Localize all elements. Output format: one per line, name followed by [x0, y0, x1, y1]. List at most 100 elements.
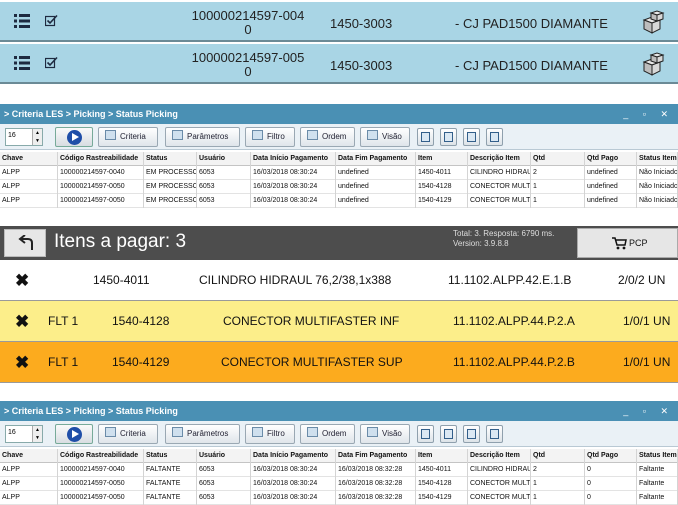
- table-cell: CONECTOR MULTI: [468, 491, 531, 505]
- table-row[interactable]: ALPP 100000214597-0050 EM PROCESSO 6053 …: [0, 180, 678, 194]
- list-item[interactable]: 100000214597-005 0 1450-3003 - CJ PAD1500…: [0, 44, 678, 84]
- ordem-button[interactable]: Ordem: [300, 424, 355, 444]
- column-header[interactable]: Chave: [0, 152, 58, 166]
- filtro-button[interactable]: Filtro: [245, 424, 295, 444]
- checkbox-checked-icon[interactable]: [44, 14, 58, 32]
- table-row[interactable]: ALPP 100000214597-0050 FALTANTE 6053 16/…: [0, 491, 678, 505]
- picking-item[interactable]: ✖ FLT 1 1540-4128 CONECTOR MULTIFASTER I…: [0, 301, 678, 342]
- column-header[interactable]: Código Rastreabilidade: [58, 152, 144, 166]
- column-header[interactable]: Chave: [0, 449, 58, 463]
- panel-toolbar: 16 ▲ ▼ Criteria Parâmetros Filtro Ordem Vi…: [0, 421, 678, 447]
- column-header[interactable]: Status Item: [637, 152, 678, 166]
- column-header[interactable]: Status: [144, 449, 197, 463]
- pcp-button[interactable]: PCP: [577, 228, 678, 258]
- parametros-button[interactable]: Parâmetros: [165, 127, 240, 147]
- save-button[interactable]: [440, 425, 457, 443]
- table-cell: 1540-4129: [416, 491, 468, 505]
- table-cell: CILINDRO HIDRAUL: [468, 166, 531, 180]
- item-quantity: 2/0/2 UN: [618, 273, 666, 287]
- filtro-button[interactable]: Filtro: [245, 127, 295, 147]
- criteria-button[interactable]: Criteria: [98, 424, 158, 444]
- table-row[interactable]: ALPP 100000214597-0050 FALTANTE 6053 16/…: [0, 477, 678, 491]
- spinner-arrows-icon[interactable]: ▲ ▼: [32, 129, 42, 145]
- table-cell: undefined: [585, 166, 637, 180]
- table-cell: undefined: [336, 180, 416, 194]
- column-header[interactable]: Data Fim Pagamento: [336, 449, 416, 463]
- column-header[interactable]: Qtd Pago: [585, 449, 637, 463]
- table-cell: 2: [531, 166, 585, 180]
- table-row[interactable]: ALPP 100000214597-0040 FALTANTE 6053 16/…: [0, 463, 678, 477]
- list-item[interactable]: 100000214597-004 0 1450-3003 - CJ PAD1500…: [0, 2, 678, 42]
- column-header[interactable]: Qtd: [531, 152, 585, 166]
- item-quantity: 1/0/1 UN: [623, 314, 671, 328]
- visao-button[interactable]: Visão: [360, 424, 410, 444]
- column-header[interactable]: Descrição Item: [468, 152, 531, 166]
- filtro-label: Filtro: [267, 429, 285, 438]
- visao-button[interactable]: Visão: [360, 127, 410, 147]
- pending-items-title: Itens a pagar: 3: [54, 231, 187, 252]
- save-button[interactable]: [440, 128, 457, 146]
- close-icon[interactable]: ✖: [15, 272, 29, 289]
- window-controls[interactable]: _ ▫ ✕: [623, 401, 674, 421]
- sort-icon: [307, 427, 318, 437]
- criteria-icon: [105, 427, 116, 437]
- close-icon[interactable]: ✖: [15, 313, 29, 330]
- column-header[interactable]: Item: [416, 449, 468, 463]
- tracking-code: 100000214597-005 0: [191, 50, 305, 79]
- table-cell: 1540-4129: [416, 194, 468, 208]
- column-header[interactable]: Código Rastreabilidade: [58, 449, 144, 463]
- settings-button[interactable]: [486, 128, 503, 146]
- column-header[interactable]: Status: [144, 152, 197, 166]
- column-header[interactable]: Qtd: [531, 449, 585, 463]
- table-cell: Faltante: [637, 463, 678, 477]
- parametros-button[interactable]: Parâmetros: [165, 424, 240, 444]
- column-header[interactable]: Data Início Pagamento: [251, 152, 336, 166]
- menu-icon[interactable]: [14, 56, 30, 75]
- refresh-button[interactable]: [463, 128, 480, 146]
- picking-item[interactable]: ✖ FLT 1 1540-4129 CONECTOR MULTIFASTER S…: [0, 342, 678, 383]
- page-size-spinner[interactable]: 16 ▲ ▼: [5, 128, 43, 146]
- excel-export-button[interactable]: [417, 128, 434, 146]
- parametros-label: Parâmetros: [187, 132, 229, 141]
- visao-label: Visão: [382, 132, 402, 141]
- item-reference: 1450-4011: [93, 273, 150, 287]
- table-row[interactable]: ALPP 100000214597-0050 EM PROCESSO 6053 …: [0, 194, 678, 208]
- item-flt: FLT 1: [48, 355, 79, 369]
- column-header[interactable]: Status Item: [637, 449, 678, 463]
- table-cell: 16/03/2018 08:32:28: [336, 491, 416, 505]
- table-row[interactable]: ALPP 100000214597-0040 EM PROCESSO 6053 …: [0, 166, 678, 180]
- window-controls[interactable]: _ ▫ ✕: [623, 104, 674, 124]
- picking-item[interactable]: ✖ 1450-4011 CILINDRO HIDRAUL 76,2/38,1x3…: [0, 260, 678, 301]
- table-cell: 0: [585, 477, 637, 491]
- column-header[interactable]: Descrição Item: [468, 449, 531, 463]
- column-header[interactable]: Usuário: [197, 449, 251, 463]
- spinner-arrows-icon[interactable]: ▲ ▼: [32, 426, 42, 442]
- back-button[interactable]: [4, 229, 46, 257]
- checkbox-checked-icon[interactable]: [44, 56, 58, 74]
- table-cell: 100000214597-0050: [58, 477, 144, 491]
- column-header[interactable]: Data Início Pagamento: [251, 449, 336, 463]
- item-reference: 1540-4129: [112, 355, 170, 369]
- breadcrumb: > Criteria LES > Picking > Status Pickin…: [4, 406, 178, 416]
- column-header[interactable]: Qtd Pago: [585, 152, 637, 166]
- criteria-button[interactable]: Criteria: [98, 127, 158, 147]
- menu-icon[interactable]: [14, 14, 30, 33]
- refresh-button[interactable]: [463, 425, 480, 443]
- close-icon[interactable]: ✖: [15, 354, 29, 371]
- item-description: CONECTOR MULTIFASTER INF: [223, 314, 400, 328]
- run-button[interactable]: [55, 424, 93, 444]
- table-cell: 1: [531, 491, 585, 505]
- table-cell: Não Iniciado: [637, 194, 678, 208]
- play-icon: [67, 427, 82, 442]
- settings-button[interactable]: [486, 425, 503, 443]
- ordem-button[interactable]: Ordem: [300, 127, 355, 147]
- page-size-spinner[interactable]: 16 ▲ ▼: [5, 425, 43, 443]
- item-description: - CJ PAD1500 DIAMANTE: [455, 58, 608, 73]
- column-header[interactable]: Data Fim Pagamento: [336, 152, 416, 166]
- table-cell: 16/03/2018 08:30:24: [251, 194, 336, 208]
- item-reference: 1450-3003: [330, 16, 393, 31]
- run-button[interactable]: [55, 127, 93, 147]
- excel-export-button[interactable]: [417, 425, 434, 443]
- column-header[interactable]: Usuário: [197, 152, 251, 166]
- column-header[interactable]: Item: [416, 152, 468, 166]
